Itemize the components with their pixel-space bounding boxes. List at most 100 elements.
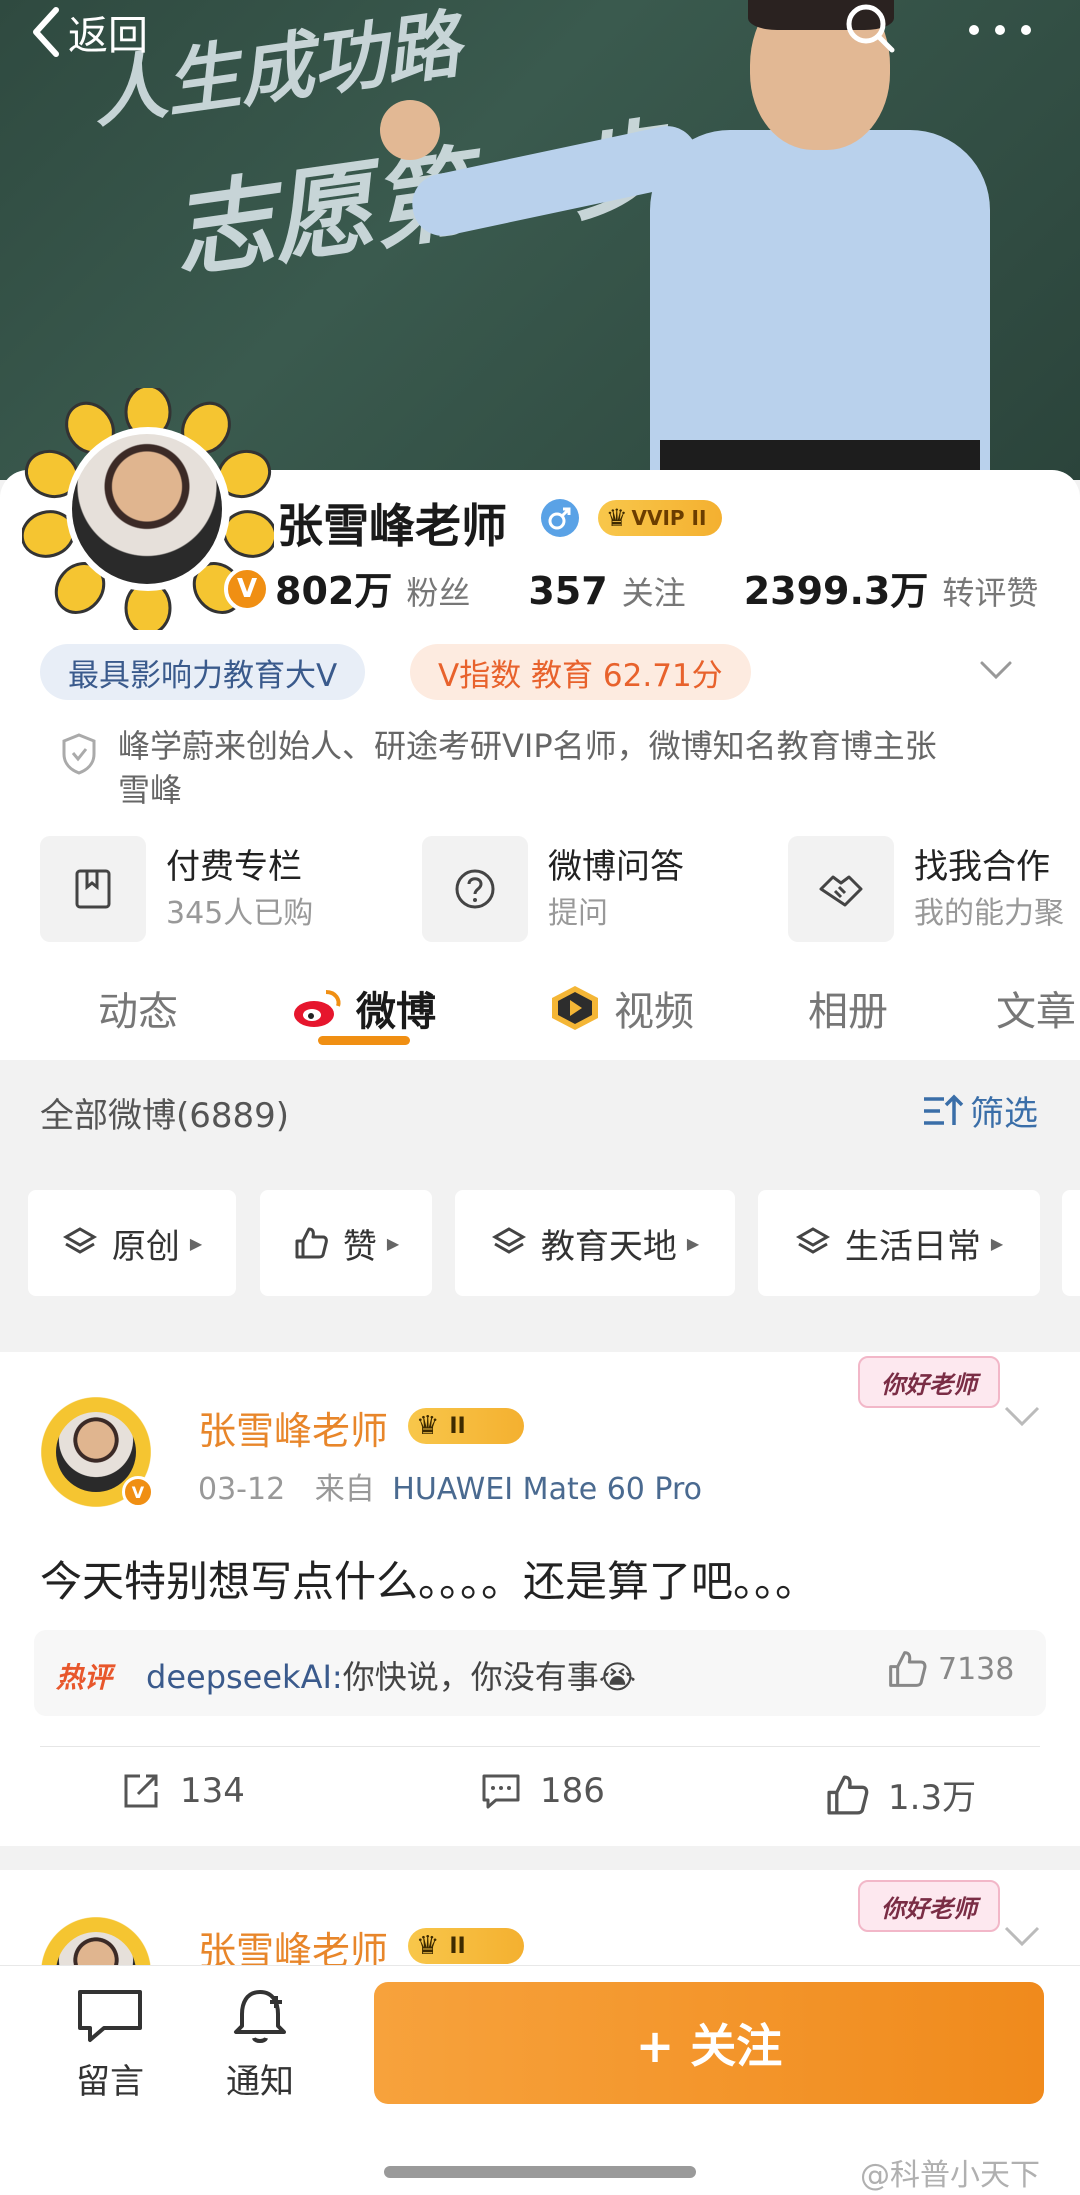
hot-comment-like[interactable]: 7138 <box>886 1648 1014 1690</box>
post-body-text[interactable]: 今天特别想写点什么。。。。还是算了吧。。。 <box>40 1548 817 1609</box>
crown-icon: ♛ <box>416 1411 440 1441</box>
followers-count: 802万 <box>275 569 393 613</box>
profile-avatar[interactable]: V <box>22 388 274 630</box>
hot-comment-label: 热评 <box>56 1661 113 1694</box>
influence-tag[interactable]: 最具影响力教育大V <box>40 644 366 700</box>
post-device[interactable]: HUAWEI Mate 60 Pro <box>392 1472 702 1507</box>
home-indicator[interactable] <box>384 2166 696 2178</box>
thumbs-up-icon <box>295 1227 328 1259</box>
chevron-down-icon[interactable] <box>1002 1920 1042 1950</box>
profile-stats: 802万 粉丝 357 关注 2399.3万 转评赞 <box>275 560 1038 615</box>
chip-liked[interactable]: 赞 ▶ <box>260 1190 432 1296</box>
comment-count: 186 <box>540 1771 605 1811</box>
profile-bio: 峰学蔚来创始人、研途考研VIP名师，微博知名教育博主张雪峰 <box>118 727 937 809</box>
verified-badge: V <box>122 1476 154 1508</box>
tab-dynamic[interactable]: 动态 <box>98 978 178 1038</box>
chevron-down-icon[interactable] <box>1002 1400 1042 1430</box>
chip-daily-life[interactable]: 生活日常 ▶ <box>758 1190 1040 1296</box>
feature-subtitle: 提问 <box>548 896 608 931</box>
followers-label: 粉丝 <box>406 574 471 612</box>
filter-button[interactable]: 筛选 <box>920 1086 1038 1135</box>
hot-comment-text: deepseekAI:你快说，你没有事😭 <box>146 1652 636 1698</box>
stat-followers[interactable]: 802万 粉丝 <box>275 560 470 615</box>
chip-label: 赞 <box>342 1226 377 1267</box>
message-button[interactable]: 留言 <box>50 1986 170 2103</box>
tab-weibo[interactable]: 微博 <box>290 978 436 1038</box>
like-count: 1.3万 <box>888 1778 977 1818</box>
weibo-logo-icon <box>294 990 341 1027</box>
bookmark-book-icon <box>40 836 146 942</box>
chip-more[interactable] <box>1062 1190 1080 1296</box>
member-rank-badge: ♛ II <box>408 1408 524 1444</box>
following-label: 关注 <box>621 574 686 612</box>
feature-weibo-qa[interactable]: 微博问答 提问 <box>422 836 684 942</box>
message-bubble-icon <box>78 1990 142 2042</box>
layers-icon <box>491 1227 526 1254</box>
triangle-right-icon: ▶ <box>990 1233 1004 1253</box>
tab-article[interactable]: 文章 <box>996 978 1076 1038</box>
v-index-tag[interactable]: V指数 教育 62.71分 <box>410 644 751 700</box>
profile-name: 张雪峰老师 <box>277 499 507 553</box>
feature-paid-column[interactable]: 付费专栏 345人已购 <box>40 836 313 942</box>
following-count: 357 <box>528 569 608 613</box>
post-divider <box>40 1746 1040 1747</box>
active-tab-indicator <box>318 1036 410 1045</box>
more-options-button[interactable] <box>960 0 1040 56</box>
hot-comment-content: 你快说，你没有事😭 <box>342 1658 637 1696</box>
comment-button[interactable]: 186 <box>480 1770 605 1812</box>
thumbs-up-icon <box>827 1774 869 1815</box>
repost-button[interactable]: 134 <box>120 1770 245 1812</box>
back-label: 返回 <box>68 13 148 59</box>
feature-cooperation[interactable]: 找我合作 我的能力聚 <box>788 836 1064 942</box>
chip-label: 生活日常 <box>844 1226 981 1267</box>
profile-tabs: 动态 微博 视频 相册 文章 <box>0 960 1080 1060</box>
all-posts-count: 全部微博(6889) <box>40 1096 290 1136</box>
search-button[interactable] <box>842 0 898 56</box>
chevron-down-icon[interactable] <box>976 650 1016 690</box>
layers-icon <box>62 1227 97 1254</box>
banner-teacher-photo <box>380 0 1000 470</box>
crown-icon: ♛ <box>416 1931 440 1961</box>
search-icon <box>846 4 895 53</box>
tab-video[interactable]: 视频 <box>548 978 694 1038</box>
stat-following[interactable]: 357 关注 <box>528 568 685 614</box>
watermark: @科普小天下 <box>860 2158 1040 2193</box>
post-source-prefix: 来自 <box>314 1472 375 1507</box>
repost-share-icon <box>124 1774 158 1808</box>
hot-comment[interactable]: 热评 deepseekAI:你快说，你没有事😭 7138 <box>34 1630 1046 1716</box>
question-icon <box>422 836 528 942</box>
post-date: 03-12 <box>198 1472 286 1507</box>
more-dots-icon <box>969 25 1031 35</box>
member-rank-badge: ♛ II <box>408 1928 524 1964</box>
triangle-right-icon: ▶ <box>189 1233 203 1253</box>
verified-badge: V <box>224 566 270 612</box>
tab-album[interactable]: 相册 <box>808 978 888 1038</box>
hot-comment-author[interactable]: deepseekAI: <box>146 1658 343 1696</box>
back-button[interactable]: 返回 <box>30 4 148 60</box>
triangle-right-icon: ▶ <box>686 1233 700 1253</box>
repost-count: 134 <box>180 1771 245 1811</box>
vvip-badge[interactable]: ♛ VVIP II <box>598 500 722 536</box>
chevron-left-icon <box>33 7 59 57</box>
notify-button[interactable]: 通知 <box>200 1986 320 2103</box>
handshake-icon <box>788 836 894 942</box>
stat-engagement[interactable]: 2399.3万 转评赞 <box>744 560 1039 615</box>
feature-title: 付费专栏 <box>166 847 302 887</box>
notify-label: 通知 <box>226 2062 294 2102</box>
post-avatar[interactable]: V <box>34 1390 158 1514</box>
post-meta: 03-12 来自 HUAWEI Mate 60 Pro <box>198 1464 702 1508</box>
vvip-badge-label: VVIP II <box>631 506 707 530</box>
feature-title: 微博问答 <box>548 847 684 887</box>
chip-label: 教育天地 <box>540 1226 677 1267</box>
engagement-label: 转评赞 <box>942 574 1039 612</box>
crown-icon: ♛ <box>606 504 628 532</box>
chip-original[interactable]: 原创 ▶ <box>28 1190 236 1296</box>
shield-icon <box>62 733 96 775</box>
like-button[interactable]: 1.3万 <box>824 1770 976 1819</box>
top-navigation-bar: 返回 <box>0 0 1080 70</box>
follow-button[interactable]: + 关注 <box>374 1982 1044 2104</box>
post-author-name[interactable]: 张雪峰老师 <box>198 1400 388 1455</box>
hello-teacher-sticker: 你好老师 <box>858 1356 1000 1408</box>
video-play-icon <box>552 986 598 1030</box>
chip-education[interactable]: 教育天地 ▶ <box>455 1190 735 1296</box>
